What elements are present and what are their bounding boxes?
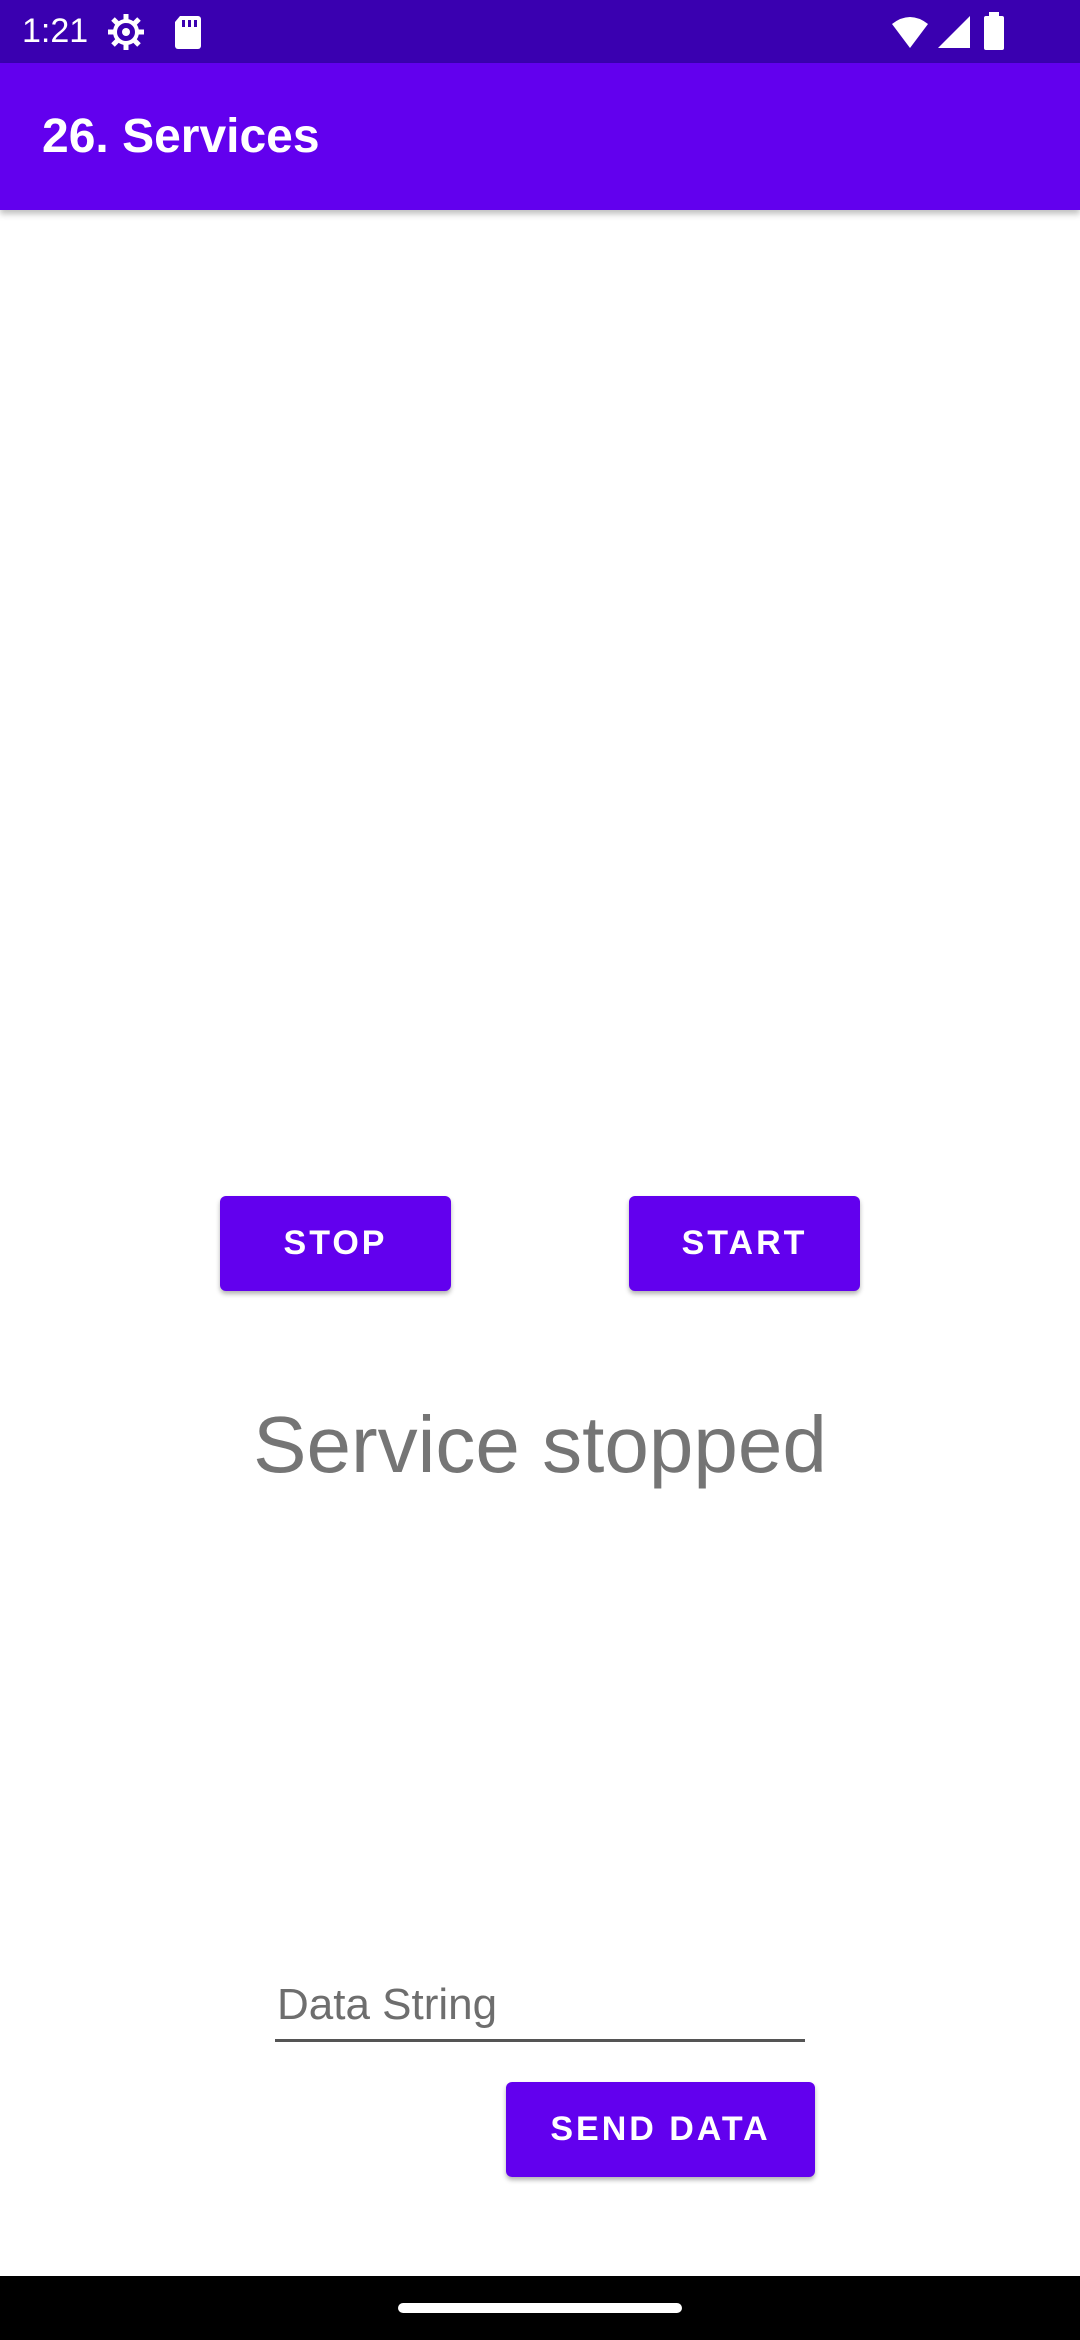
start-button[interactable]: START <box>629 1196 860 1291</box>
sd-card-icon <box>168 12 208 52</box>
status-bar: 1:21 <box>0 0 1080 63</box>
navigation-bar <box>0 2276 1080 2340</box>
battery-icon <box>982 12 1006 52</box>
stop-button[interactable]: STOP <box>220 1196 451 1291</box>
settings-icon <box>106 12 146 52</box>
send-data-button[interactable]: SEND DATA <box>506 2082 815 2177</box>
wifi-icon <box>890 12 930 52</box>
data-string-input[interactable] <box>275 1970 805 2042</box>
signal-icon <box>934 12 974 52</box>
app-title: 26. Services <box>42 110 320 163</box>
service-status-text: Service stopped <box>253 1400 827 1489</box>
app-bar: 26. Services <box>0 63 1080 210</box>
home-gesture-handle[interactable] <box>398 2303 682 2313</box>
status-time: 1:21 <box>22 12 89 50</box>
